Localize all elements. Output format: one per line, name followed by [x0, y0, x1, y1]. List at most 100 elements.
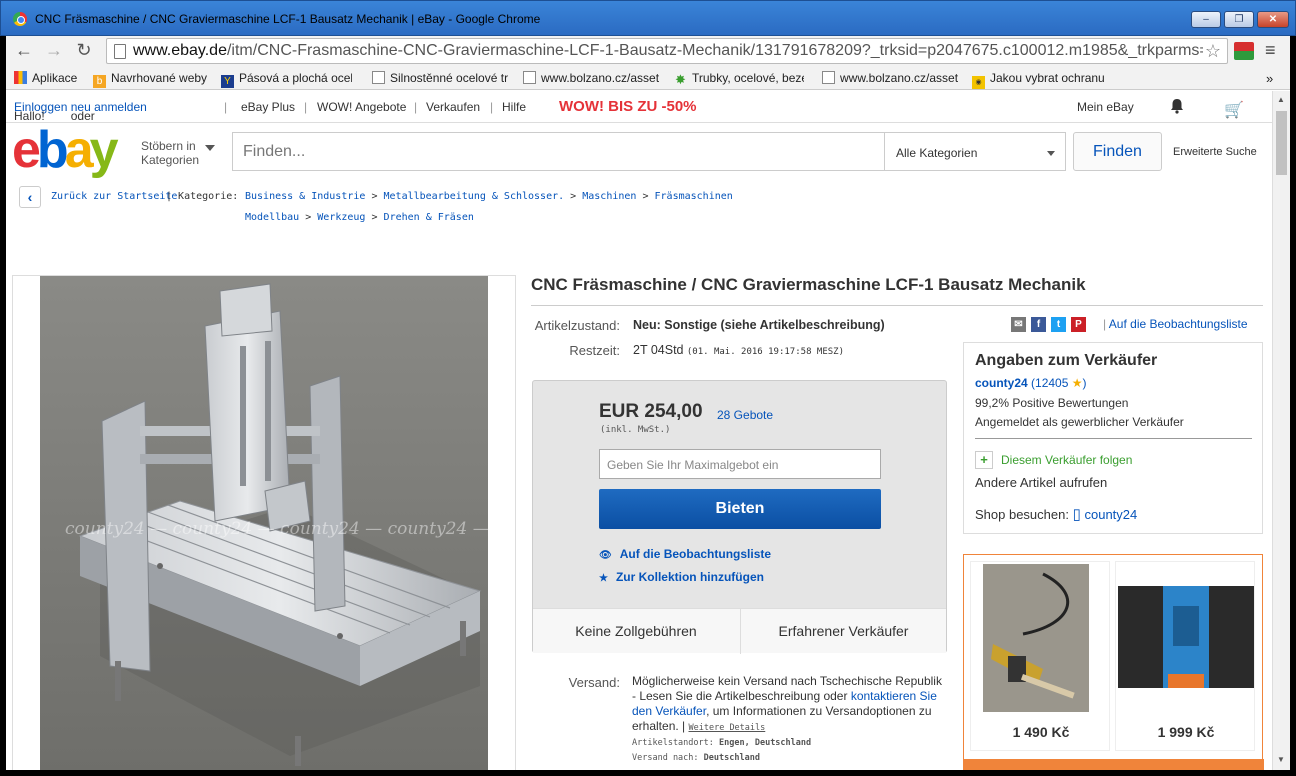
breadcrumb-item[interactable]: Maschinen: [582, 191, 636, 202]
scroll-down-icon[interactable]: ▼: [1277, 755, 1285, 764]
site-icon: ◉: [972, 76, 985, 89]
maximize-button[interactable]: ❐: [1224, 11, 1254, 28]
vertical-scrollbar[interactable]: ▲ ▼: [1272, 91, 1290, 770]
mein-ebay-link[interactable]: Mein eBay: [1077, 100, 1134, 114]
related-item[interactable]: 1 999 Kč: [1115, 561, 1255, 751]
advanced-search-link[interactable]: Erweiterte Suche: [1173, 146, 1257, 158]
promo-banner[interactable]: WOW! BIS ZU -50%: [559, 98, 697, 115]
apps-icon: [14, 71, 27, 84]
menu-icon[interactable]: ≡: [1265, 40, 1276, 61]
search-input[interactable]: Finden...: [232, 132, 885, 171]
plus-icon[interactable]: +: [975, 451, 993, 469]
related-footer-bar: [964, 759, 1264, 770]
ebay-plus-link[interactable]: eBay Plus: [241, 100, 295, 114]
breadcrumb-item[interactable]: Fräsmaschinen: [655, 191, 733, 202]
global-nav: Hallo! Einloggen oder neu anmelden | eBa…: [6, 91, 1272, 123]
shop-door-icon: ▯: [1072, 506, 1081, 523]
minimize-button[interactable]: –: [1191, 11, 1221, 28]
breadcrumb-item[interactable]: Modellbau: [245, 212, 299, 223]
watchlist-link[interactable]: | Auf die Beobachtungsliste: [1103, 317, 1248, 331]
related-item-image[interactable]: [983, 564, 1089, 712]
shop-link[interactable]: county24: [1084, 507, 1137, 522]
back-to-home-link[interactable]: Zurück zur Startseite: [51, 191, 177, 202]
related-item-image[interactable]: [1118, 586, 1254, 688]
greeting: Hallo! Einloggen oder neu anmelden: [14, 100, 147, 123]
leaf-icon: ✸: [675, 72, 686, 86]
shipping-label: Versand:: [568, 675, 620, 690]
wow-angebote-link[interactable]: WOW! Angebote: [317, 100, 406, 114]
browse-categories[interactable]: Stöbern in Kategorien: [141, 139, 215, 167]
breadcrumb-item[interactable]: Drehen & Fräsen: [384, 212, 474, 223]
category-select[interactable]: Alle Kategorien: [885, 132, 1066, 171]
bid-button[interactable]: Bieten: [599, 489, 881, 529]
search-button[interactable]: Finden: [1073, 132, 1162, 171]
add-to-collection-link[interactable]: ★ Zur Kollektion hinzufügen: [599, 570, 764, 584]
close-button[interactable]: ✕: [1257, 11, 1289, 28]
other-items-link[interactable]: Andere Artikel aufrufen: [975, 475, 1107, 490]
twitter-icon[interactable]: t: [1051, 317, 1066, 333]
bookmark-star-icon[interactable]: ☆: [1205, 41, 1221, 62]
chrome-icon: [13, 12, 27, 26]
verkaufen-link[interactable]: Verkaufen: [426, 100, 480, 114]
page-icon: [523, 71, 536, 84]
shipping-info: Möglicherweise kein Versand nach Tschech…: [632, 674, 942, 763]
follow-seller-link[interactable]: Diesem Verkäufer folgen: [1001, 453, 1132, 467]
page-icon: [372, 71, 385, 84]
seller-heading: Angaben zum Verkäufer: [975, 352, 1158, 369]
related-item[interactable]: 1 490 Kč: [970, 561, 1110, 751]
cart-icon[interactable]: 🛒: [1224, 100, 1244, 120]
scrollbar-thumb[interactable]: [1276, 111, 1287, 175]
share-icons: ✉ f t P: [1011, 317, 1091, 333]
bookmark-item[interactable]: Y Pásová a plochá ocel: [221, 71, 352, 88]
feedback-score-link[interactable]: 12405: [1035, 376, 1068, 390]
bookmark-item[interactable]: b Navrhované weby: [93, 71, 207, 88]
feature-no-customs: Keine Zollgebühren: [575, 623, 697, 639]
add-to-watchlist-link[interactable]: 👁 Auf die Beobachtungsliste: [599, 547, 771, 561]
bell-icon[interactable]: [1170, 98, 1184, 114]
window-title: CNC Fräsmaschine / CNC Graviermaschine L…: [35, 12, 541, 26]
bookmark-item[interactable]: www.bolzano.cz/asset: [523, 71, 659, 85]
max-bid-input[interactable]: Geben Sie Ihr Maximalgebot ein: [599, 449, 881, 479]
star-icon: ★: [599, 573, 608, 584]
bookmark-item[interactable]: ✸ Trubky, ocelové, beze: [674, 71, 804, 86]
bookmark-item[interactable]: Silnostěnné ocelové tr: [372, 71, 508, 85]
page-icon: [822, 71, 835, 84]
seller-type: Angemeldet als gewerblicher Verkäufer: [975, 415, 1184, 429]
product-image[interactable]: county24 — county24 — county24 — county2…: [40, 276, 488, 770]
chevron-down-icon: [205, 145, 215, 151]
browser-window: CNC Fräsmaschine / CNC Graviermaschine L…: [0, 0, 1296, 776]
address-bar[interactable]: www.ebay.de/itm/CNC-Frasmaschine-CNC-Gra…: [106, 38, 1228, 64]
related-items: 1 490 Kč 1 999 Kč: [963, 554, 1264, 770]
more-details-link[interactable]: Weitere Details: [689, 723, 766, 733]
back-chevron-icon[interactable]: ‹: [19, 186, 41, 208]
bookmark-item[interactable]: www.bolzano.cz/asset: [822, 71, 958, 85]
reload-icon[interactable]: ↻: [72, 40, 96, 61]
url-text[interactable]: www.ebay.de/itm/CNC-Frasmaschine-CNC-Gra…: [133, 42, 1203, 60]
bid-count-link[interactable]: 28 Gebote: [717, 408, 773, 422]
related-item-price: 1 999 Kč: [1157, 724, 1215, 740]
bookmark-item[interactable]: ◉ Jakou vybrat ochranu: [972, 71, 1106, 89]
breadcrumb-item[interactable]: Werkzeug: [317, 212, 365, 223]
time-left-label: Restzeit:: [569, 343, 620, 358]
related-item-price: 1 490 Kč: [1012, 724, 1070, 740]
page-icon: [114, 44, 126, 59]
back-arrow-icon[interactable]: ←: [12, 40, 36, 61]
email-icon[interactable]: ✉: [1011, 317, 1026, 333]
seller-info-box: Angaben zum Verkäufer county24 (12405 ★)…: [963, 342, 1263, 534]
time-left-value: 2T 04Std (01. Mai. 2016 19:17:58 MESZ): [633, 343, 844, 357]
facebook-icon[interactable]: f: [1031, 317, 1046, 333]
seller-name-row: county24 (12405 ★): [975, 376, 1087, 390]
seller-name-link[interactable]: county24: [975, 376, 1028, 390]
more-bookmarks[interactable]: »: [1266, 71, 1273, 86]
bookmark-apps[interactable]: Aplikace: [14, 71, 77, 85]
scroll-up-icon[interactable]: ▲: [1277, 95, 1285, 104]
breadcrumb-label: | Kategorie:: [166, 191, 239, 202]
breadcrumb-item[interactable]: Metallbearbeitung & Schlosser.: [384, 191, 565, 202]
divider: [975, 438, 1252, 439]
forward-arrow-icon[interactable]: →: [42, 40, 66, 61]
hilfe-link[interactable]: Hilfe: [502, 100, 526, 114]
pinterest-icon[interactable]: P: [1071, 317, 1086, 333]
extension-icon[interactable]: [1234, 42, 1254, 60]
breadcrumb-item[interactable]: Business & Industrie: [245, 191, 365, 202]
ebay-logo[interactable]: ebay: [12, 124, 119, 176]
